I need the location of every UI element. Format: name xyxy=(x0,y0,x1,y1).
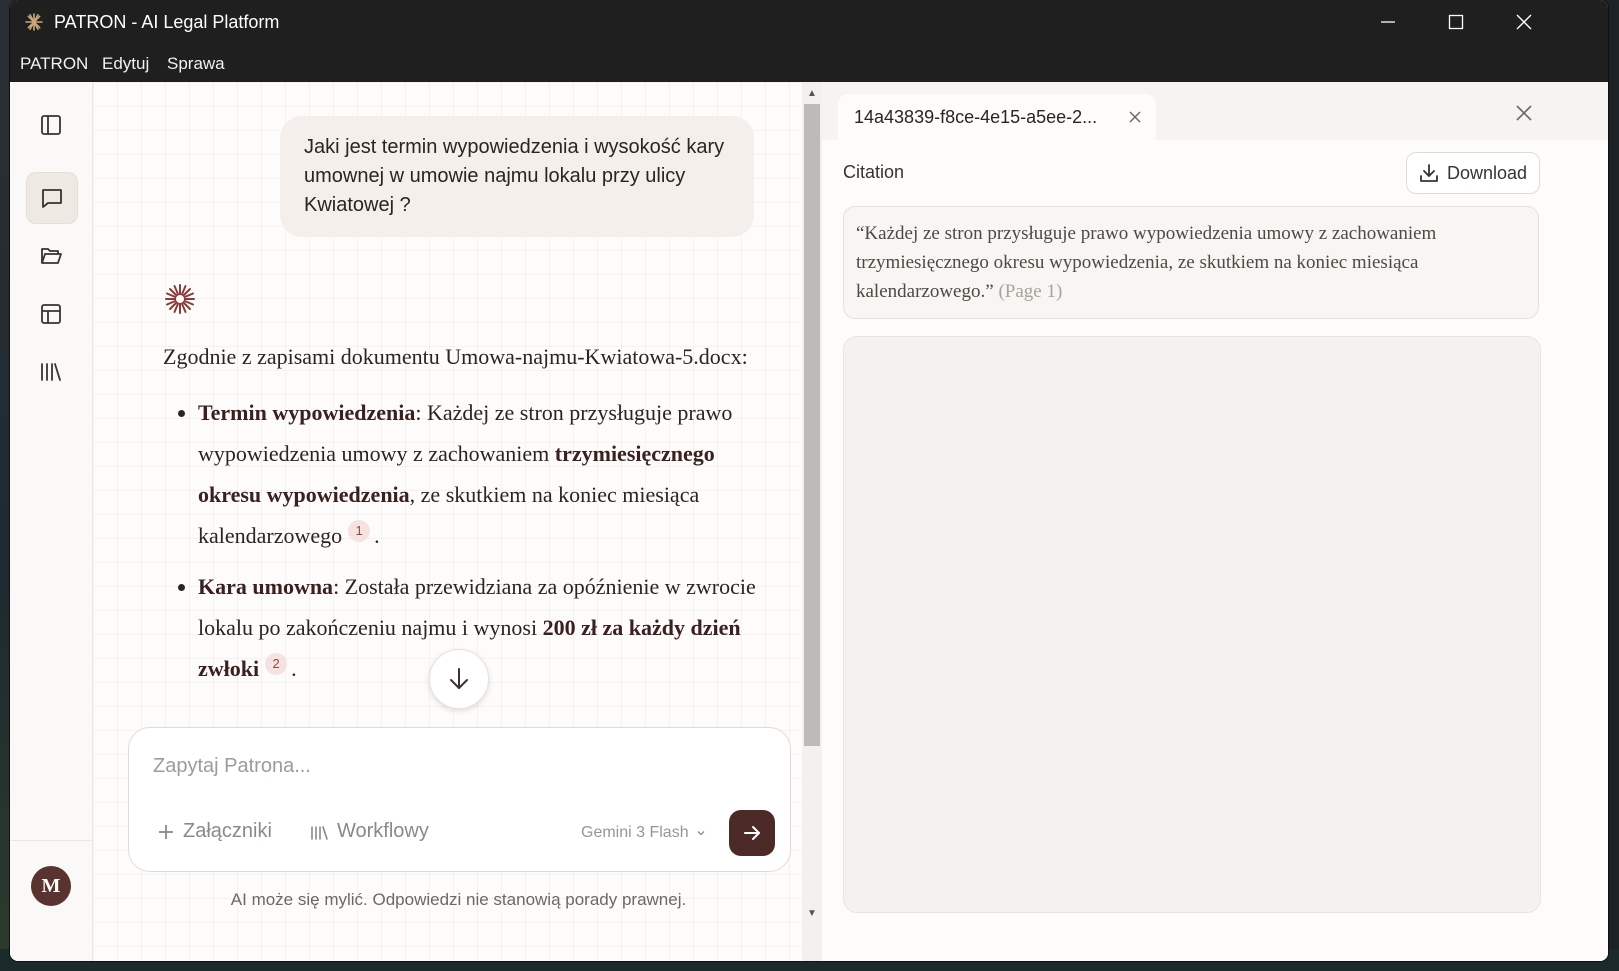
maximize-icon xyxy=(1448,14,1464,30)
window-title: PATRON - AI Legal Platform xyxy=(54,12,280,32)
attachments-label: Załączniki xyxy=(183,820,272,842)
sidebar-item-library[interactable] xyxy=(26,347,76,397)
chat-bubble-icon xyxy=(42,189,62,208)
close-panel-icon[interactable] xyxy=(1515,104,1533,122)
chat-scrollbar[interactable]: ▲ ▼ xyxy=(802,82,822,961)
citation-view: Citation Download “Każdej ze stron przys… xyxy=(822,140,1608,961)
list-item: Termin wypowiedzenia: Każdej ze stron pr… xyxy=(198,392,763,556)
workflows-label: Workflowy xyxy=(337,820,429,842)
send-button[interactable] xyxy=(729,810,775,856)
download-icon xyxy=(1420,164,1438,182)
close-window-button[interactable] xyxy=(1490,0,1558,44)
download-button[interactable]: Download xyxy=(1406,152,1540,194)
sidebar-toggle-icon xyxy=(41,115,61,135)
bullet-label: Kara umowna xyxy=(198,574,334,599)
arrow-down-icon xyxy=(450,668,468,689)
menu-patron[interactable]: PATRON xyxy=(20,54,88,74)
message-composer: Załączniki Workflowy Gemini 3 Flash xyxy=(128,727,791,872)
assistant-logo-icon xyxy=(165,284,195,314)
menu-bar: PATRON Edytuj Sprawa xyxy=(10,44,1608,82)
chat-area: Jaki jest termin wypowiedzenia i wysokoś… xyxy=(93,82,802,961)
library-icon xyxy=(41,363,61,381)
sidebar-divider xyxy=(10,840,92,841)
document-tab-label: 14a43839-f8ce-4e15-a5ee-2... xyxy=(854,107,1098,127)
minimize-button[interactable] xyxy=(1354,0,1422,44)
bullet-end: . xyxy=(374,523,380,548)
toggle-sidebar-button[interactable] xyxy=(26,100,76,150)
sidebar-item-chat[interactable] xyxy=(26,172,78,224)
menu-case[interactable]: Sprawa xyxy=(167,54,225,74)
answer-list: Termin wypowiedzenia: Każdej ze stron pr… xyxy=(163,392,763,689)
avatar[interactable]: M xyxy=(31,866,71,906)
answer-intro: Zgodnie z zapisami dokumentu Umowa-najmu… xyxy=(163,344,748,369)
assistant-answer: Zgodnie z zapisami dokumentu Umowa-najmu… xyxy=(163,340,763,699)
citation-title: Citation xyxy=(843,162,905,182)
document-panel: 14a43839-f8ce-4e15-a5ee-2... Citation Do… xyxy=(822,82,1608,961)
maximize-button[interactable] xyxy=(1422,0,1490,44)
download-label: Download xyxy=(1446,162,1528,183)
close-icon xyxy=(1516,14,1532,30)
citation-badge[interactable]: 1 xyxy=(348,520,371,542)
workflows-button[interactable]: Workflowy xyxy=(309,820,429,843)
folder-open-icon xyxy=(41,248,62,264)
library-icon xyxy=(311,825,328,840)
bullet-end: . xyxy=(291,656,297,681)
title-bar: PATRON - AI Legal Platform xyxy=(10,0,1608,44)
citation-page: (Page 1) xyxy=(998,281,1063,302)
citation-quote-text: “Każdej ze stron przysługuje prawo wypow… xyxy=(856,223,1437,302)
sidebar-rail: M xyxy=(10,82,93,961)
scroll-thumb[interactable] xyxy=(804,104,820,746)
sidebar-item-tables[interactable] xyxy=(26,289,76,339)
plus-icon xyxy=(159,824,173,839)
scroll-up-arrow[interactable]: ▲ xyxy=(806,88,818,99)
app-logo-icon xyxy=(25,13,43,31)
document-preview xyxy=(843,336,1541,913)
scroll-to-bottom-button[interactable] xyxy=(429,649,489,709)
model-label: Gemini 3 Flash xyxy=(581,824,689,841)
user-message: Jaki jest termin wypowiedzenia i wysokoś… xyxy=(280,116,754,237)
close-tab-icon[interactable] xyxy=(1128,110,1142,124)
app-window: PATRON - AI Legal Platform PATRON Edytuj… xyxy=(10,0,1608,961)
chat-input[interactable] xyxy=(151,754,755,779)
menu-edit[interactable]: Edytuj xyxy=(102,54,149,74)
citation-quote: “Każdej ze stron przysługuje prawo wypow… xyxy=(843,206,1539,319)
model-select[interactable]: Gemini 3 Flash xyxy=(581,824,707,842)
table-icon xyxy=(41,304,61,324)
attachments-button[interactable]: Załączniki xyxy=(157,820,272,843)
arrow-right-icon xyxy=(744,826,760,840)
minimize-icon xyxy=(1381,21,1395,23)
document-tab[interactable]: 14a43839-f8ce-4e15-a5ee-2... xyxy=(838,94,1156,140)
disclaimer-text: AI może się mylić. Odpowiedzi nie stanow… xyxy=(230,890,687,909)
citation-badge[interactable]: 2 xyxy=(265,653,288,675)
chevron-down-icon xyxy=(697,830,705,836)
scroll-down-arrow[interactable]: ▼ xyxy=(806,908,818,919)
bullet-label: Termin wypowiedzenia xyxy=(198,400,416,425)
sidebar-item-folders[interactable] xyxy=(26,231,76,281)
